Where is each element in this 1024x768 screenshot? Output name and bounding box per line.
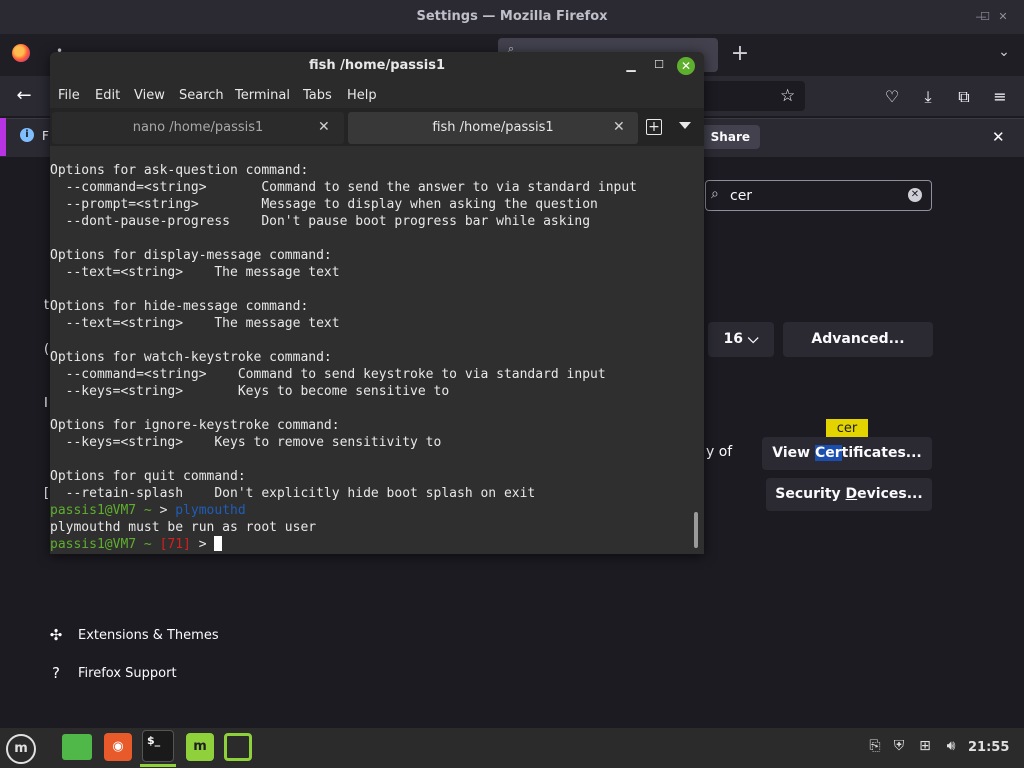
- terminal-close-icon[interactable]: ✕: [677, 57, 695, 75]
- active-window-indicator: [140, 764, 176, 767]
- terminal-tab-nano-label: nano /home/passis1: [132, 120, 264, 135]
- firefox-logo-icon: [12, 44, 30, 62]
- sidebar-item-firefox-support[interactable]: Firefox Support: [78, 666, 177, 681]
- shield-icon[interactable]: ⛨: [890, 738, 908, 754]
- downloads-icon[interactable]: ⤓: [918, 87, 938, 107]
- terminal-tab-fish-label: fish /home/passis1: [432, 120, 554, 135]
- mint-menu-icon[interactable]: m: [6, 734, 36, 764]
- search-icon: ⌕: [711, 186, 719, 202]
- sec-dev-post: evices...: [857, 486, 923, 502]
- clipboard-icon[interactable]: ⎘: [866, 738, 884, 754]
- search-match-tooltip: cer: [826, 419, 868, 438]
- clear-search-icon[interactable]: ✕: [908, 188, 922, 202]
- terminal-scrollbar[interactable]: [694, 512, 698, 548]
- firefox-window-title: Settings — Mozilla Firefox: [416, 9, 608, 24]
- menu-tabs[interactable]: Tabs: [303, 88, 332, 103]
- terminal-maximize-icon[interactable]: ☐: [651, 58, 667, 74]
- firefox-maximize-icon[interactable]: ☐: [978, 10, 992, 24]
- menu-edit[interactable]: Edit: [95, 88, 120, 103]
- text-cursor: [214, 536, 223, 551]
- help-icon: ?: [52, 664, 60, 682]
- notification-accent: [0, 118, 6, 156]
- volume-icon[interactable]: 🔊︎: [942, 738, 960, 754]
- new-tab-plus-icon[interactable]: +: [730, 42, 750, 66]
- view-cert-post: tificates...: [841, 445, 922, 461]
- terminal-line: --command=<string> Command to send keyst…: [50, 367, 606, 382]
- tab-close-icon[interactable]: ✕: [318, 119, 330, 135]
- terminal-line: Options for ask-question command:: [50, 163, 309, 178]
- prompt-line-1: passis1@VM7 ~ > plymouthd: [50, 503, 246, 518]
- terminal-lines: Options for ask-question command: --comm…: [50, 162, 690, 502]
- terminal-taskbar-icon[interactable]: $_: [142, 730, 174, 762]
- notification-text: F: [42, 129, 49, 143]
- sidebar-item-extensions-themes[interactable]: Extensions & Themes: [78, 628, 219, 643]
- mint-update-icon[interactable]: m: [186, 733, 214, 761]
- bookmark-star-icon[interactable]: ☆: [780, 86, 795, 106]
- terminal-line: Options for hide-message command:: [50, 299, 309, 314]
- tab-menu-chevron-icon[interactable]: [679, 122, 691, 129]
- menu-terminal[interactable]: Terminal: [235, 88, 290, 103]
- clock[interactable]: 21:55: [968, 740, 1009, 755]
- new-tab-icon[interactable]: +: [646, 119, 662, 135]
- terminal-line: --text=<string> The message text: [50, 265, 340, 280]
- font-size-select[interactable]: 16 ⌵: [708, 322, 774, 357]
- pocket-icon[interactable]: ♡: [882, 87, 902, 107]
- terminal-line: --prompt=<string> Message to display whe…: [50, 197, 598, 212]
- info-icon: i: [20, 128, 34, 142]
- network-icon[interactable]: ⊞: [916, 738, 934, 754]
- terminal-line: Options for watch-keystroke command:: [50, 350, 332, 365]
- terminal-window-icon[interactable]: [224, 733, 252, 761]
- share-button[interactable]: Share: [700, 125, 760, 149]
- back-arrow-icon[interactable]: ←: [14, 86, 34, 106]
- partial-description-text: y of: [706, 444, 733, 460]
- terminal-minimize-icon[interactable]: ▁: [623, 58, 639, 74]
- command-output: plymouthd must be run as root user: [50, 520, 317, 535]
- tab-list-chevron-icon[interactable]: ⌄: [994, 44, 1014, 64]
- prompt-line-2: passis1@VM7 ~ [71] >: [50, 536, 690, 553]
- terminal-line: --command=<string> Command to send the a…: [50, 180, 637, 195]
- terminal-title: fish /home/passis1: [309, 58, 445, 73]
- terminal-line: Options for display-message command:: [50, 248, 332, 263]
- extensions-icon[interactable]: ⧉: [954, 87, 974, 107]
- menu-file[interactable]: File: [58, 88, 80, 103]
- search-query: cer: [730, 188, 753, 204]
- terminal-window[interactable]: fish /home/passis1 ▁ ☐ ✕ File Edit View …: [50, 52, 704, 554]
- terminal-line: Options for quit command:: [50, 469, 246, 484]
- terminal-line: --keys=<string> Keys to become sensitive…: [50, 384, 450, 399]
- security-devices-button[interactable]: Security Devices...: [766, 478, 932, 511]
- firefox-taskbar-icon[interactable]: ◉: [104, 733, 132, 761]
- terminal-line: --text=<string> The message text: [50, 316, 340, 331]
- view-cert-pre: View: [772, 445, 815, 461]
- hamburger-menu-icon[interactable]: ≡: [990, 87, 1010, 107]
- view-cert-highlight: Cer: [814, 445, 842, 461]
- terminal-line: --retain-splash Don't explicitly hide bo…: [50, 486, 536, 501]
- terminal-line: Options for ignore-keystroke command:: [50, 418, 340, 433]
- firefox-close-icon[interactable]: ✕: [996, 10, 1010, 24]
- menu-help[interactable]: Help: [347, 88, 377, 103]
- font-size-value: 16: [723, 331, 743, 347]
- view-certificates-button[interactable]: View Certificates...: [762, 437, 932, 470]
- terminal-output[interactable]: Options for ask-question command: --comm…: [50, 162, 690, 554]
- terminal-line: --dont-pause-progress Don't pause boot p…: [50, 214, 591, 229]
- menu-view[interactable]: View: [134, 88, 165, 103]
- files-folder-icon[interactable]: [62, 734, 92, 760]
- chevron-down-icon: ⌵: [747, 331, 759, 347]
- sec-dev-pre: Security: [775, 486, 846, 502]
- notification-close-icon[interactable]: ✕: [992, 128, 1005, 146]
- advanced-fonts-button[interactable]: Advanced...: [783, 322, 933, 357]
- puzzle-icon: ✣: [49, 626, 63, 644]
- terminal-line: --keys=<string> Keys to remove sensitivi…: [50, 435, 442, 450]
- menu-search[interactable]: Search: [179, 88, 224, 103]
- tab-close-icon[interactable]: ✕: [613, 119, 625, 135]
- sec-dev-accesskey: D: [845, 486, 858, 502]
